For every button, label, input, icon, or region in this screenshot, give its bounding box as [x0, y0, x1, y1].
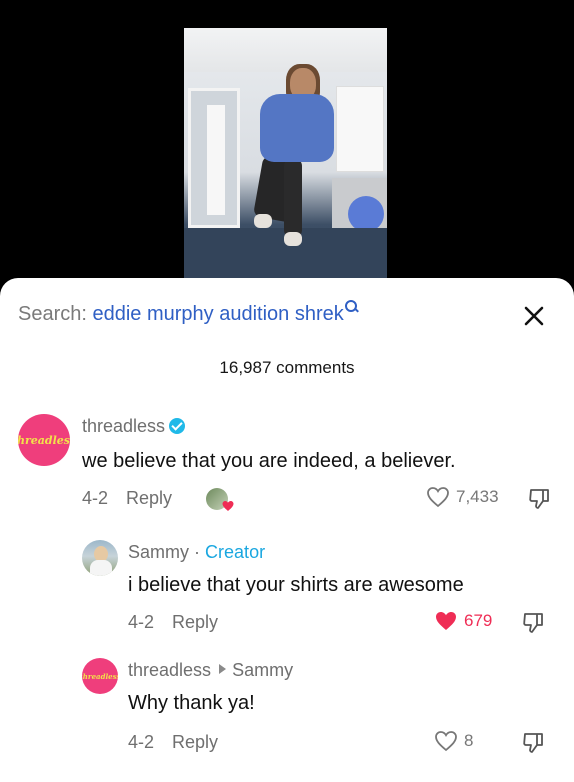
- dislike-button[interactable]: [520, 610, 546, 636]
- heart-filled-icon: [436, 612, 456, 630]
- comment-date: 4-2: [128, 612, 155, 632]
- close-icon: [524, 306, 544, 326]
- heart-icon: [222, 501, 234, 511]
- heart-outline-icon: [427, 487, 449, 508]
- comment-date: 4-2: [82, 488, 109, 508]
- video-background: [0, 0, 574, 290]
- username-text[interactable]: Sammy: [128, 542, 189, 562]
- username-text[interactable]: threadless: [128, 660, 211, 680]
- reply-button[interactable]: Reply: [172, 612, 218, 632]
- like-button[interactable]: 679: [434, 610, 492, 632]
- separator: ·: [194, 542, 201, 562]
- thumbs-down-icon: [529, 489, 549, 509]
- comment-meta: 4-2 Reply: [128, 612, 218, 633]
- comments-count: 16,987 comments: [219, 358, 355, 377]
- video-chair: [348, 196, 384, 232]
- comment-meta: 4-2 Reply: [128, 732, 218, 753]
- avatar-logo-text: threadless: [18, 433, 70, 447]
- video-poster: [336, 86, 384, 172]
- video-person-shoe: [284, 232, 302, 246]
- reply-arrow-icon: [219, 664, 227, 674]
- reply-button[interactable]: Reply: [172, 732, 218, 752]
- comment-text: i believe that your shirts are awesome: [128, 574, 464, 596]
- close-button[interactable]: [520, 302, 548, 330]
- comment-text: we believe that you are indeed, a believ…: [82, 450, 456, 472]
- comment-username[interactable]: threadless Sammy: [128, 660, 293, 681]
- heart-outline-icon: [435, 731, 457, 752]
- avatar-logo-text: threadless: [82, 671, 118, 681]
- video-ceiling: [184, 28, 387, 72]
- video-person-torso: [260, 94, 334, 162]
- comment-date: 4-2: [128, 732, 155, 752]
- search-prefix: Search:: [18, 303, 93, 325]
- thumbs-down-icon: [523, 733, 543, 753]
- verified-badge-icon: [169, 418, 186, 434]
- comment-username[interactable]: Sammy · Creator: [128, 542, 265, 563]
- like-button[interactable]: 8: [434, 730, 473, 752]
- comment-username[interactable]: threadless: [82, 416, 186, 437]
- video-person-leg: [284, 158, 302, 238]
- comments-sheet: Search: eddie murphy audition shrek 16,9…: [0, 278, 574, 782]
- avatar[interactable]: threadless: [18, 414, 70, 466]
- search-icon: [344, 300, 357, 312]
- search-suggestion[interactable]: Search: eddie murphy audition shrek: [18, 300, 357, 327]
- like-count: 8: [464, 731, 474, 750]
- creator-badge: Creator: [205, 542, 266, 562]
- reply-to-username[interactable]: Sammy: [232, 660, 293, 680]
- dislike-button[interactable]: [520, 730, 546, 756]
- video-frame[interactable]: [184, 28, 387, 290]
- reply-button[interactable]: Reply: [126, 488, 172, 508]
- thumbs-down-icon: [523, 613, 543, 633]
- video-door: [188, 88, 240, 228]
- avatar[interactable]: [82, 540, 118, 576]
- comment-text: Why thank ya!: [128, 692, 255, 714]
- search-query[interactable]: eddie murphy audition shrek: [92, 303, 343, 325]
- video-person-shoe: [254, 214, 272, 228]
- dislike-button[interactable]: [526, 486, 552, 512]
- like-button[interactable]: 7,433: [426, 486, 499, 508]
- avatar[interactable]: threadless: [82, 658, 118, 694]
- username-text[interactable]: threadless: [82, 416, 165, 436]
- comment-meta: 4-2 Reply: [82, 488, 172, 509]
- like-count: 7,433: [456, 487, 499, 506]
- like-count: 679: [464, 611, 493, 630]
